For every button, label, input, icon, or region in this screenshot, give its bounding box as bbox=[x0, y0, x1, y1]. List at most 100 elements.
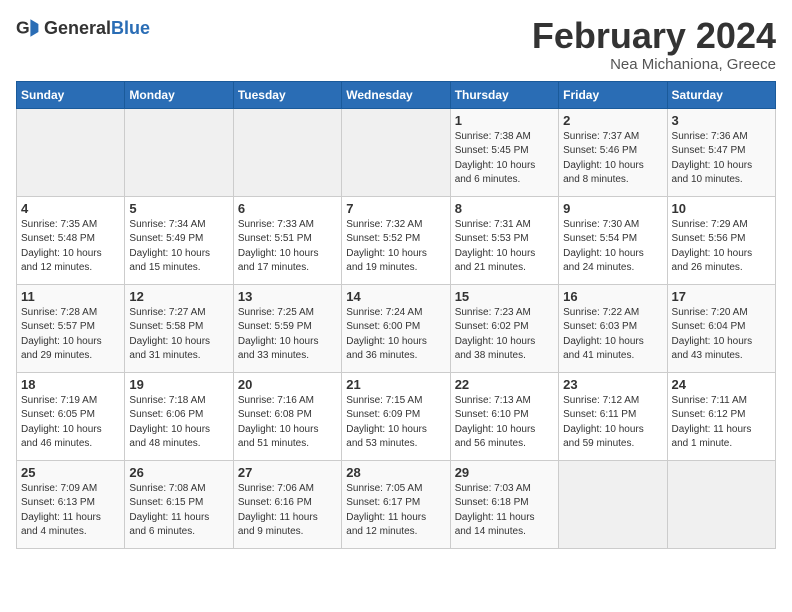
day-info: Sunrise: 7:06 AM Sunset: 6:16 PM Dayligh… bbox=[238, 482, 337, 540]
day-info: Sunrise: 7:36 AM Sunset: 5:47 PM Dayligh… bbox=[672, 130, 771, 188]
calendar-week-row: 25 Sunrise: 7:09 AM Sunset: 6:13 PM Dayli… bbox=[17, 460, 776, 548]
day-number: 7 bbox=[346, 201, 445, 216]
day-number: 8 bbox=[455, 201, 554, 216]
table-row: 11 Sunrise: 7:28 AM Sunset: 5:57 PM Dayli… bbox=[17, 284, 125, 372]
day-info: Sunrise: 7:18 AM Sunset: 6:06 PM Dayligh… bbox=[129, 394, 228, 452]
day-number: 18 bbox=[21, 377, 120, 392]
table-row: 8 Sunrise: 7:31 AM Sunset: 5:53 PM Daylig… bbox=[450, 196, 558, 284]
day-info: Sunrise: 7:33 AM Sunset: 5:51 PM Dayligh… bbox=[238, 218, 337, 276]
table-row: 20 Sunrise: 7:16 AM Sunset: 6:08 PM Dayli… bbox=[233, 372, 341, 460]
logo: G GeneralBlue bbox=[16, 16, 150, 40]
table-row: 2Sunrise: 7:37 AM Sunset: 5:46 PM Daylig… bbox=[559, 108, 667, 196]
calendar-week-row: 4Sunrise: 7:35 AM Sunset: 5:48 PM Daylig… bbox=[17, 196, 776, 284]
day-number: 22 bbox=[455, 377, 554, 392]
svg-text:G: G bbox=[16, 18, 30, 38]
table-row bbox=[17, 108, 125, 196]
table-row: 14 Sunrise: 7:24 AM Sunset: 6:00 PM Dayli… bbox=[342, 284, 450, 372]
col-sunday: Sunday bbox=[17, 81, 125, 108]
day-number: 4 bbox=[21, 201, 120, 216]
day-info: Sunrise: 7:30 AM Sunset: 5:54 PM Dayligh… bbox=[563, 218, 662, 276]
table-row: 22Sunrise: 7:13 AM Sunset: 6:10 PM Dayli… bbox=[450, 372, 558, 460]
day-number: 10 bbox=[672, 201, 771, 216]
day-info: Sunrise: 7:34 AM Sunset: 5:49 PM Dayligh… bbox=[129, 218, 228, 276]
day-info: Sunrise: 7:22 AM Sunset: 6:03 PM Dayligh… bbox=[563, 306, 662, 364]
day-number: 27 bbox=[238, 465, 337, 480]
table-row bbox=[559, 460, 667, 548]
day-number: 28 bbox=[346, 465, 445, 480]
day-info: Sunrise: 7:16 AM Sunset: 6:08 PM Dayligh… bbox=[238, 394, 337, 452]
day-number: 21 bbox=[346, 377, 445, 392]
table-row: 3Sunrise: 7:36 AM Sunset: 5:47 PM Daylig… bbox=[667, 108, 775, 196]
logo-text: GeneralBlue bbox=[44, 18, 150, 39]
calendar-week-row: 18 Sunrise: 7:19 AM Sunset: 6:05 PM Dayli… bbox=[17, 372, 776, 460]
calendar-table: Sunday Monday Tuesday Wednesday Thursday… bbox=[16, 81, 776, 549]
day-info: Sunrise: 7:09 AM Sunset: 6:13 PM Dayligh… bbox=[21, 482, 120, 540]
calendar-week-row: 11 Sunrise: 7:28 AM Sunset: 5:57 PM Dayli… bbox=[17, 284, 776, 372]
day-info: Sunrise: 7:11 AM Sunset: 6:12 PM Dayligh… bbox=[672, 394, 771, 452]
table-row: 29 Sunrise: 7:03 AM Sunset: 6:18 PM Dayli… bbox=[450, 460, 558, 548]
day-info: Sunrise: 7:23 AM Sunset: 6:02 PM Dayligh… bbox=[455, 306, 554, 364]
day-number: 6 bbox=[238, 201, 337, 216]
day-number: 29 bbox=[455, 465, 554, 480]
day-number: 1 bbox=[455, 113, 554, 128]
day-number: 25 bbox=[21, 465, 120, 480]
day-info: Sunrise: 7:38 AM Sunset: 5:45 PM Dayligh… bbox=[455, 130, 554, 188]
month-title: February 2024 bbox=[532, 16, 776, 56]
day-number: 26 bbox=[129, 465, 228, 480]
day-info: Sunrise: 7:29 AM Sunset: 5:56 PM Dayligh… bbox=[672, 218, 771, 276]
table-row bbox=[125, 108, 233, 196]
day-number: 12 bbox=[129, 289, 228, 304]
table-row: 9 Sunrise: 7:30 AM Sunset: 5:54 PM Daylig… bbox=[559, 196, 667, 284]
table-row: 10 Sunrise: 7:29 AM Sunset: 5:56 PM Dayli… bbox=[667, 196, 775, 284]
table-row: 17Sunrise: 7:20 AM Sunset: 6:04 PM Dayli… bbox=[667, 284, 775, 372]
day-number: 19 bbox=[129, 377, 228, 392]
day-info: Sunrise: 7:03 AM Sunset: 6:18 PM Dayligh… bbox=[455, 482, 554, 540]
page-header: G GeneralBlue February 2024 Nea Michanio… bbox=[16, 16, 776, 73]
table-row: 24Sunrise: 7:11 AM Sunset: 6:12 PM Dayli… bbox=[667, 372, 775, 460]
table-row: 12 Sunrise: 7:27 AM Sunset: 5:58 PM Dayli… bbox=[125, 284, 233, 372]
day-info: Sunrise: 7:27 AM Sunset: 5:58 PM Dayligh… bbox=[129, 306, 228, 364]
location-subtitle: Nea Michaniona, Greece bbox=[532, 56, 776, 73]
day-number: 16 bbox=[563, 289, 662, 304]
table-row: 26 Sunrise: 7:08 AM Sunset: 6:15 PM Dayli… bbox=[125, 460, 233, 548]
col-monday: Monday bbox=[125, 81, 233, 108]
table-row: 16 Sunrise: 7:22 AM Sunset: 6:03 PM Dayli… bbox=[559, 284, 667, 372]
day-number: 13 bbox=[238, 289, 337, 304]
table-row: 15 Sunrise: 7:23 AM Sunset: 6:02 PM Dayli… bbox=[450, 284, 558, 372]
day-number: 9 bbox=[563, 201, 662, 216]
col-thursday: Thursday bbox=[450, 81, 558, 108]
col-tuesday: Tuesday bbox=[233, 81, 341, 108]
logo-general: General bbox=[44, 18, 111, 38]
table-row: 21Sunrise: 7:15 AM Sunset: 6:09 PM Dayli… bbox=[342, 372, 450, 460]
table-row: 23 Sunrise: 7:12 AM Sunset: 6:11 PM Dayli… bbox=[559, 372, 667, 460]
table-row: 19 Sunrise: 7:18 AM Sunset: 6:06 PM Dayli… bbox=[125, 372, 233, 460]
table-row bbox=[667, 460, 775, 548]
day-info: Sunrise: 7:12 AM Sunset: 6:11 PM Dayligh… bbox=[563, 394, 662, 452]
table-row bbox=[342, 108, 450, 196]
day-info: Sunrise: 7:28 AM Sunset: 5:57 PM Dayligh… bbox=[21, 306, 120, 364]
calendar-week-row: 1 Sunrise: 7:38 AM Sunset: 5:45 PM Daylig… bbox=[17, 108, 776, 196]
day-number: 14 bbox=[346, 289, 445, 304]
table-row: 25 Sunrise: 7:09 AM Sunset: 6:13 PM Dayli… bbox=[17, 460, 125, 548]
day-info: Sunrise: 7:24 AM Sunset: 6:00 PM Dayligh… bbox=[346, 306, 445, 364]
day-number: 17 bbox=[672, 289, 771, 304]
table-row bbox=[233, 108, 341, 196]
day-number: 15 bbox=[455, 289, 554, 304]
day-info: Sunrise: 7:19 AM Sunset: 6:05 PM Dayligh… bbox=[21, 394, 120, 452]
calendar-header-row: Sunday Monday Tuesday Wednesday Thursday… bbox=[17, 81, 776, 108]
table-row: 13 Sunrise: 7:25 AM Sunset: 5:59 PM Dayli… bbox=[233, 284, 341, 372]
col-friday: Friday bbox=[559, 81, 667, 108]
day-number: 23 bbox=[563, 377, 662, 392]
day-info: Sunrise: 7:05 AM Sunset: 6:17 PM Dayligh… bbox=[346, 482, 445, 540]
day-info: Sunrise: 7:31 AM Sunset: 5:53 PM Dayligh… bbox=[455, 218, 554, 276]
day-info: Sunrise: 7:08 AM Sunset: 6:15 PM Dayligh… bbox=[129, 482, 228, 540]
day-info: Sunrise: 7:25 AM Sunset: 5:59 PM Dayligh… bbox=[238, 306, 337, 364]
day-number: 11 bbox=[21, 289, 120, 304]
day-number: 20 bbox=[238, 377, 337, 392]
col-saturday: Saturday bbox=[667, 81, 775, 108]
generalblue-logo-icon: G bbox=[16, 16, 40, 40]
table-row: 27 Sunrise: 7:06 AM Sunset: 6:16 PM Dayli… bbox=[233, 460, 341, 548]
table-row: 4Sunrise: 7:35 AM Sunset: 5:48 PM Daylig… bbox=[17, 196, 125, 284]
table-row: 7Sunrise: 7:32 AM Sunset: 5:52 PM Daylig… bbox=[342, 196, 450, 284]
day-number: 2 bbox=[563, 113, 662, 128]
